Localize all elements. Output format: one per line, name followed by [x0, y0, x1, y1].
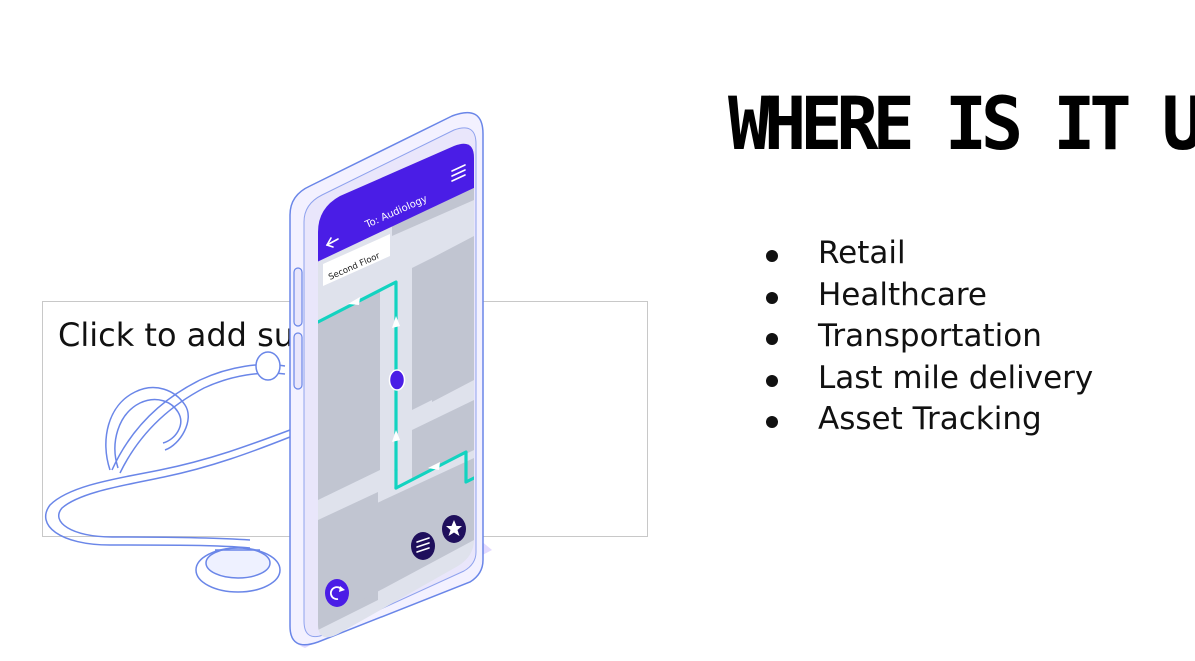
- bullet-label: Retail: [818, 235, 906, 271]
- bullet-label: Last mile delivery: [818, 359, 1094, 396]
- slide-title: WHERE IS IT USEF: [728, 80, 1195, 168]
- bullet-dot-icon: [766, 416, 778, 428]
- bullet-dot-icon: [766, 374, 778, 387]
- list-button: [411, 532, 435, 560]
- slide: Click to add su To: Audiology Second Flo…: [0, 0, 1195, 661]
- bullet-dot-icon: [766, 333, 778, 345]
- bullet-label: Transportation: [818, 318, 1042, 354]
- location-marker: [388, 369, 406, 391]
- bullet-label: Asset Tracking: [818, 401, 1042, 437]
- bullet-label: Healthcare: [818, 276, 987, 313]
- stethoscope-icon: [44, 351, 291, 593]
- bullet-dot-icon: [766, 250, 778, 262]
- recenter-button: [325, 579, 349, 607]
- bullet-dot-icon: [766, 291, 778, 304]
